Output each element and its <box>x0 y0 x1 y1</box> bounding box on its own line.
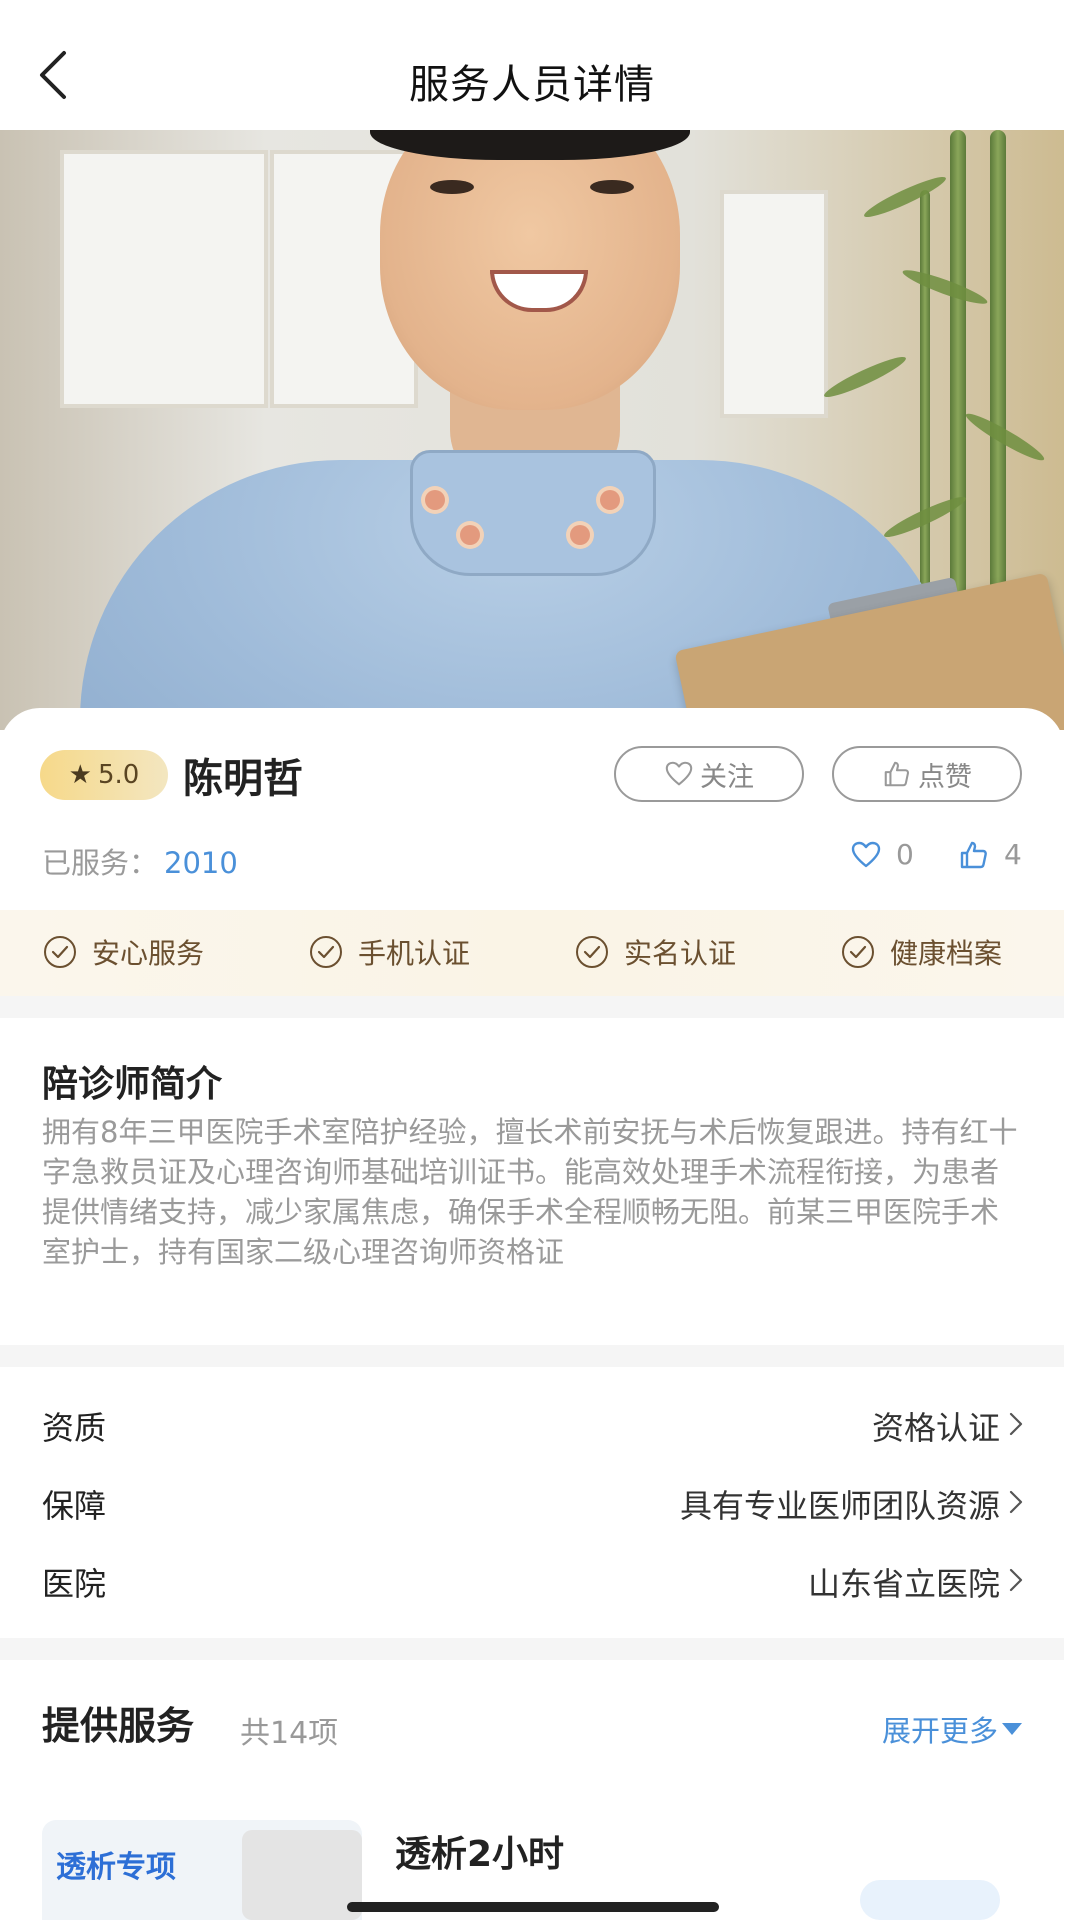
dialysis-machine-image <box>242 1830 362 1920</box>
chevron-right-icon <box>1009 1490 1023 1514</box>
rating-value: 5.0 <box>97 760 140 790</box>
detail-row-hospital[interactable]: 医院 山东省立医院 <box>0 1541 1064 1619</box>
expand-more-label: 展开更多 <box>881 1714 998 1748</box>
star-icon: ★ <box>68 760 92 790</box>
intro-text: 拥有8年三甲医院手术室陪护经验，擅长术前安抚与术后恢复跟进。持有红十字急救员证及… <box>42 1115 1018 1269</box>
badge-label: 安心服务 <box>92 937 205 970</box>
heart-icon <box>851 841 881 867</box>
like-label: 点赞 <box>918 761 972 793</box>
page: 服务人员详情 ★ 5.0 陈明哲 关注 点赞 已服务： 2010 0 4 安心服… <box>0 0 1064 1920</box>
follow-label: 关注 <box>700 761 754 793</box>
favorites-number: 0 <box>896 838 914 871</box>
row-label: 医院 <box>42 1565 107 1603</box>
row-value: 具有专业医师团队资源 <box>679 1487 1000 1525</box>
likes-count: 4 <box>958 838 1022 871</box>
badge-label: 手机认证 <box>358 937 471 970</box>
chevron-right-icon <box>1009 1412 1023 1436</box>
nav-bar: 服务人员详情 <box>0 0 1064 130</box>
service-thumbnail[interactable]: 透析专项 <box>42 1820 362 1920</box>
badge-health-record: 健康档案 <box>840 932 1002 972</box>
section-divider <box>0 996 1064 1018</box>
caret-down-icon <box>1002 1723 1022 1735</box>
likes-number: 4 <box>1004 838 1022 871</box>
badge-label: 健康档案 <box>890 937 1003 970</box>
served-count: 已服务： 2010 <box>42 840 238 882</box>
row-value: 资格认证 <box>871 1409 1000 1447</box>
home-indicator <box>347 1902 719 1912</box>
chevron-right-icon <box>1009 1568 1023 1592</box>
detail-row-qualification[interactable]: 资质 资格认证 <box>0 1385 1064 1463</box>
service-tag: 透析专项 <box>56 1850 176 1885</box>
detail-row-guarantee[interactable]: 保障 具有专业医师团队资源 <box>0 1463 1064 1541</box>
heart-icon <box>665 761 693 786</box>
badge-id-verified: 实名认证 <box>574 932 736 972</box>
row-label: 资质 <box>42 1409 107 1447</box>
thumbs-up-icon <box>884 761 909 787</box>
rating-badge: ★ 5.0 <box>40 750 168 800</box>
favorites-count: 0 <box>850 838 914 871</box>
thumbs-up-icon <box>960 841 987 868</box>
badge-phone-verified: 手机认证 <box>308 932 470 972</box>
service-name[interactable]: 透析2小时 <box>395 1825 564 1877</box>
served-number: 2010 <box>164 846 238 880</box>
page-title: 服务人员详情 <box>409 62 655 108</box>
section-divider <box>0 1638 1064 1660</box>
expand-more-button[interactable]: 展开更多 <box>882 1708 1022 1750</box>
check-circle-icon <box>842 936 874 968</box>
check-circle-icon <box>310 936 342 968</box>
services-count: 共14项 <box>240 1716 339 1751</box>
row-label: 保障 <box>42 1487 107 1525</box>
served-label: 已服务： <box>42 846 159 880</box>
badge-label: 实名认证 <box>624 937 737 970</box>
intro-title: 陪诊师简介 <box>42 1064 223 1105</box>
services-title: 提供服务 <box>42 1704 195 1748</box>
check-circle-icon <box>576 936 608 968</box>
badge-safe-service: 安心服务 <box>42 932 204 972</box>
row-value: 山东省立医院 <box>807 1565 1000 1603</box>
service-action-button[interactable] <box>860 1880 1000 1920</box>
section-divider <box>0 1345 1064 1367</box>
staff-name: 陈明哲 <box>183 756 303 802</box>
like-button[interactable]: 点赞 <box>832 746 1022 802</box>
check-circle-icon <box>44 936 76 968</box>
follow-button[interactable]: 关注 <box>614 746 804 802</box>
profile-photo <box>0 130 1064 730</box>
